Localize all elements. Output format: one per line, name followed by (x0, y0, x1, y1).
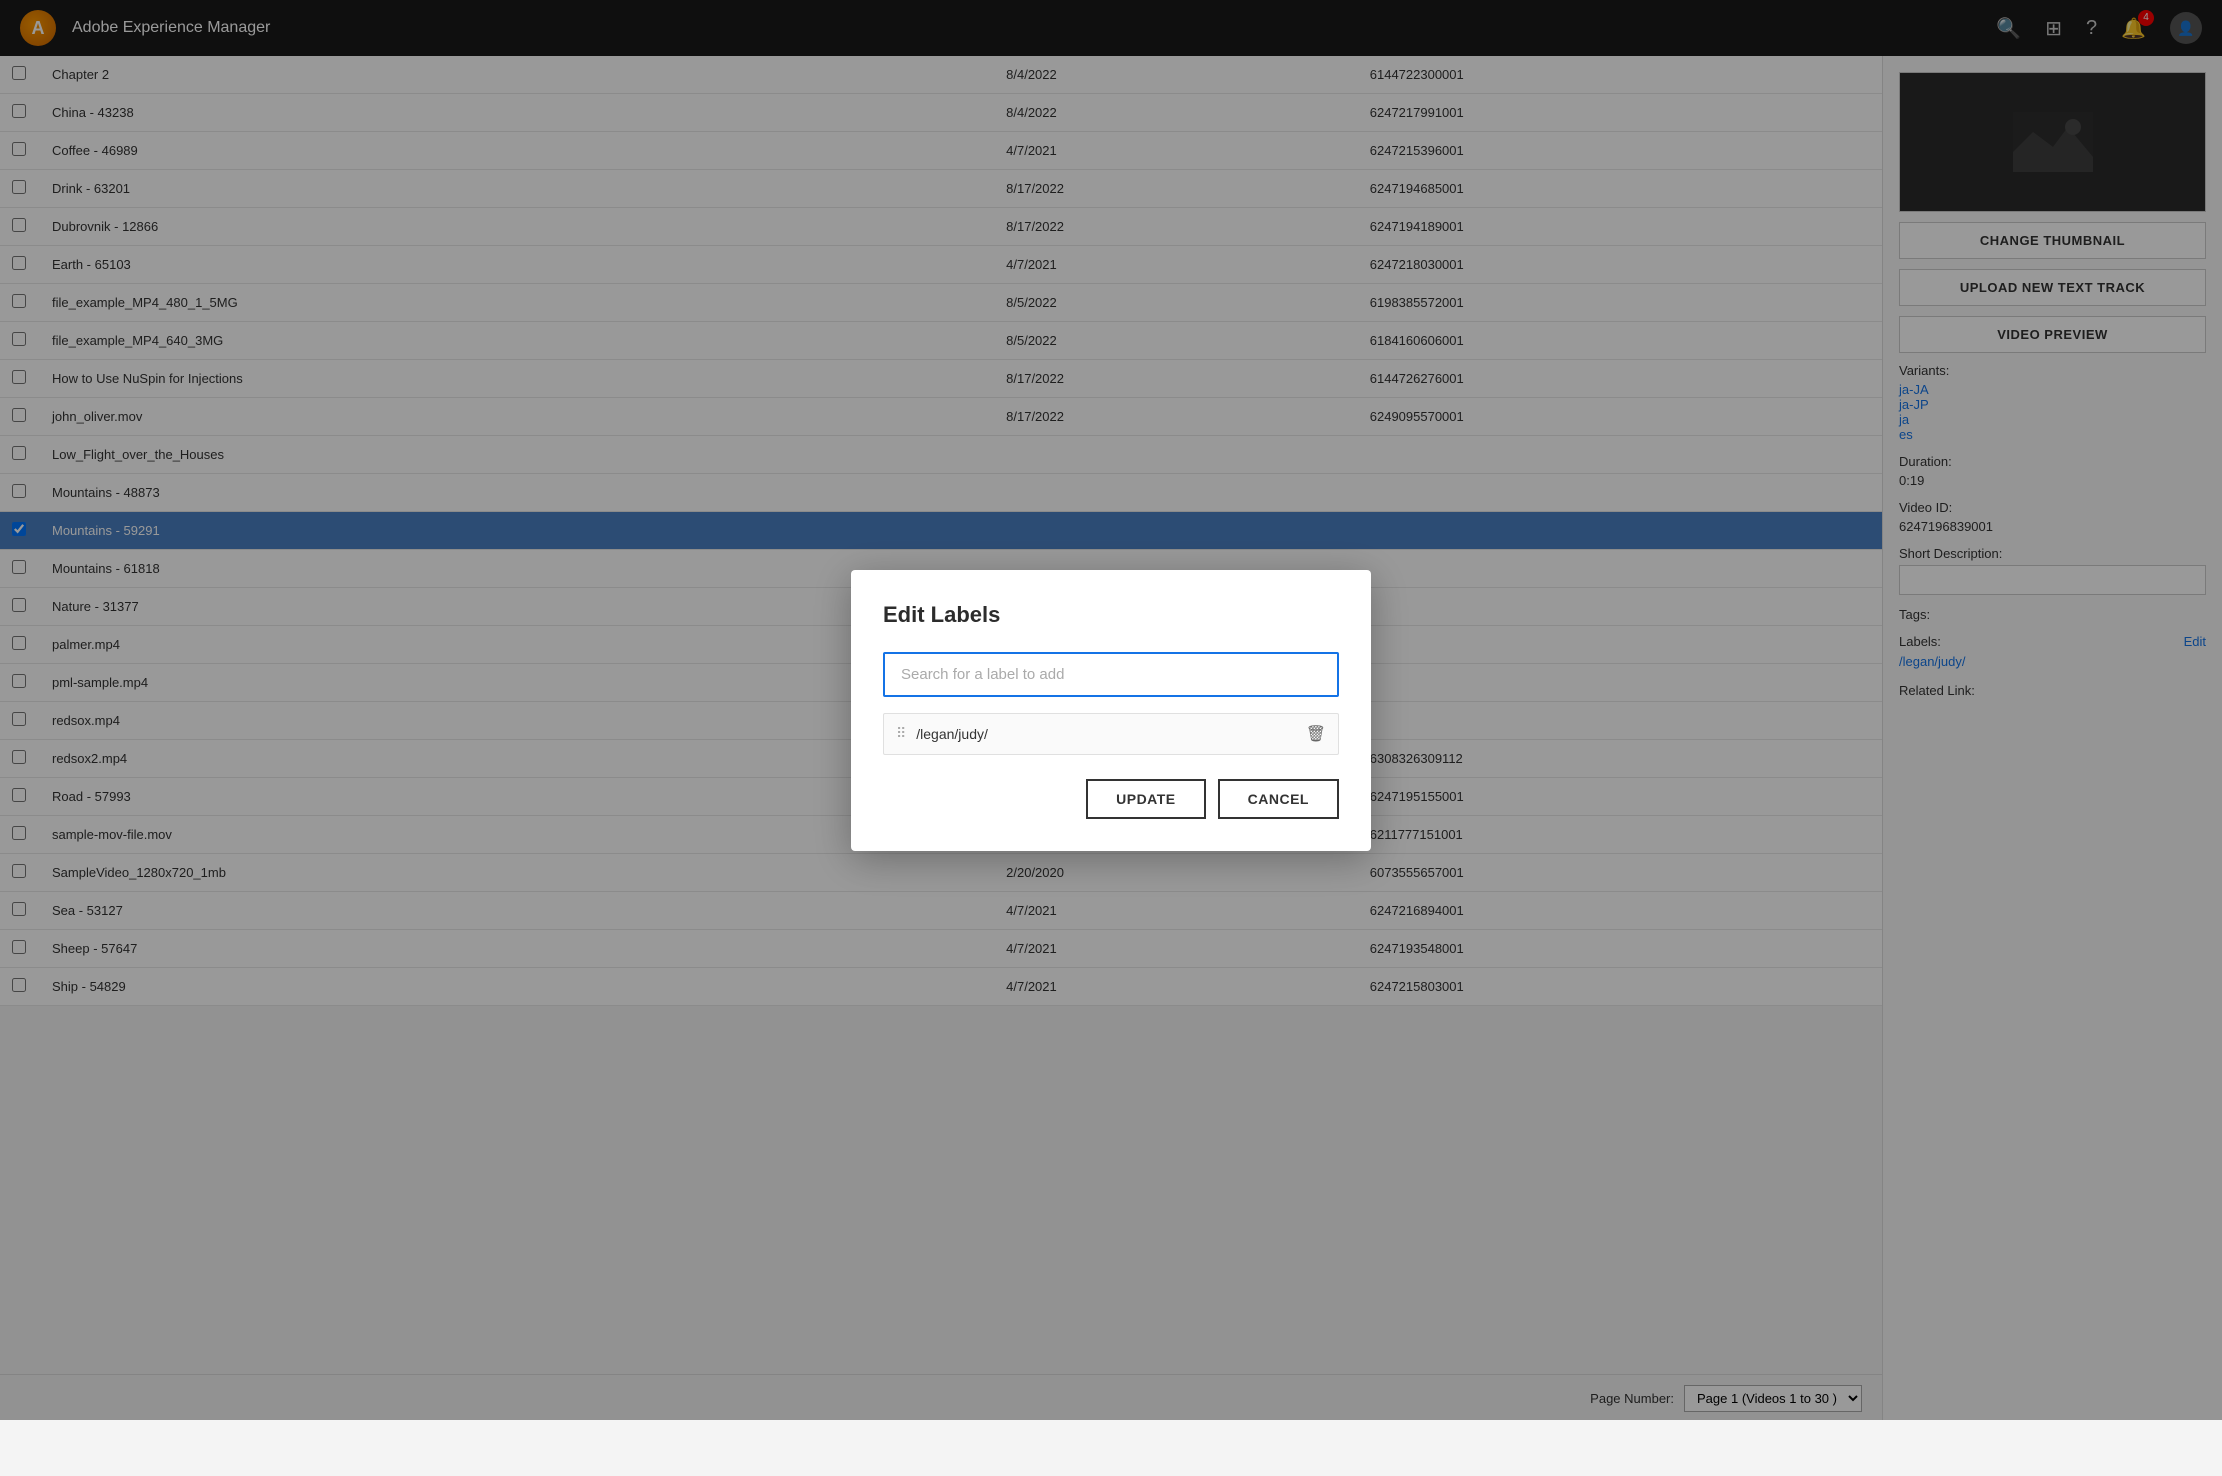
modal-actions: UPDATE CANCEL (883, 779, 1339, 819)
label-item-left: ⠿ /legan/judy/ (896, 725, 988, 742)
modal-title: Edit Labels (883, 602, 1339, 628)
delete-label-icon[interactable]: 🗑 (1306, 724, 1326, 744)
cancel-button[interactable]: CANCEL (1218, 779, 1339, 819)
update-button[interactable]: UPDATE (1086, 779, 1206, 819)
drag-handle-icon[interactable]: ⠿ (896, 725, 906, 742)
modal-overlay[interactable]: Edit Labels ⠿ /legan/judy/ 🗑 UPDATE CANC… (0, 0, 2222, 1420)
edit-labels-modal: Edit Labels ⠿ /legan/judy/ 🗑 UPDATE CANC… (851, 570, 1371, 851)
label-text: /legan/judy/ (916, 726, 988, 742)
label-item: ⠿ /legan/judy/ 🗑 (883, 713, 1339, 755)
label-search-input[interactable] (883, 652, 1339, 697)
